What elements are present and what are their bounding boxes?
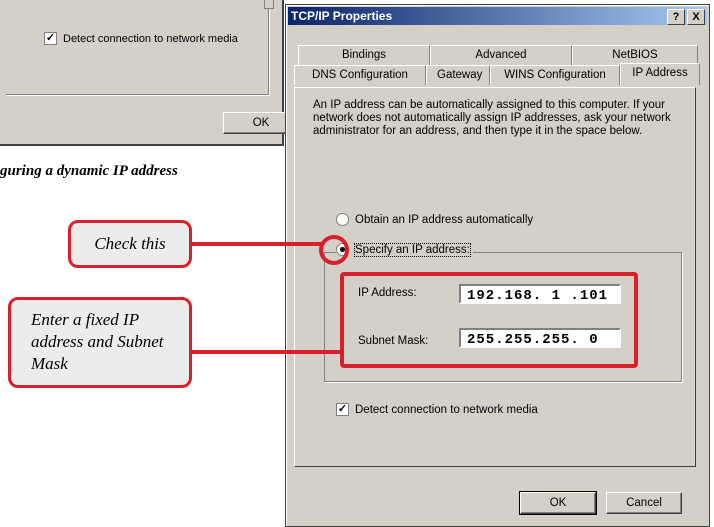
tab-wins-configuration[interactable]: WINS Configuration	[490, 65, 620, 85]
tab-netbios[interactable]: NetBIOS	[572, 45, 698, 65]
tab-gateway[interactable]: Gateway	[426, 65, 490, 85]
help-button[interactable]: ?	[667, 9, 685, 25]
tab-dns-configuration[interactable]: DNS Configuration	[294, 65, 426, 85]
specify-radio-highlight	[319, 235, 349, 265]
tab-row-back: Bindings Advanced NetBIOS	[298, 45, 698, 65]
enter-fixed-ip-callout: Enter a fixed IP address and Subnet Mask	[8, 297, 192, 388]
tcpip-properties-dialog: TCP/IP Properties ? X Bindings Advanced …	[285, 4, 710, 527]
radio-specify-row[interactable]: Specify an IP address:	[336, 242, 473, 257]
enter-ip-connector	[190, 350, 342, 354]
radio-obtain-auto[interactable]	[336, 213, 349, 226]
background-scroll-nub	[264, 0, 274, 9]
cancel-button[interactable]: Cancel	[606, 492, 682, 514]
title-bar[interactable]: TCP/IP Properties ? X	[288, 7, 707, 25]
bg-detect-label: Detect connection to network media	[63, 32, 238, 45]
background-dialog: ✓ Detect connection to network media OK	[0, 0, 299, 146]
tab-ip-address[interactable]: IP Address	[620, 63, 700, 85]
ip-description: An IP address can be automatically assig…	[313, 99, 671, 137]
detect-checkbox-label: Detect connection to network media	[355, 403, 538, 416]
bg-checkbox-icon[interactable]: ✓	[44, 32, 57, 45]
background-panel	[6, 0, 269, 95]
check-this-callout: Check this	[68, 220, 192, 268]
tab-bindings[interactable]: Bindings	[298, 45, 430, 65]
ok-button[interactable]: OK	[519, 491, 597, 515]
detect-network-media-row[interactable]: ✓ Detect connection to network media	[336, 403, 538, 416]
radio-obtain-auto-row[interactable]: Obtain an IP address automatically	[336, 213, 533, 226]
ip-fields-highlight	[340, 272, 638, 368]
check-this-connector	[191, 242, 321, 246]
tab-advanced[interactable]: Advanced	[430, 45, 572, 65]
bg-detect-checkbox-row[interactable]: ✓ Detect connection to network media	[44, 32, 238, 45]
detect-checkbox[interactable]: ✓	[336, 403, 349, 416]
dialog-title: TCP/IP Properties	[291, 9, 393, 23]
figure-caption: guring a dynamic IP address	[0, 163, 178, 179]
close-button[interactable]: X	[687, 9, 705, 25]
radio-specify-label: Specify an IP address:	[354, 242, 471, 257]
tab-row-front: DNS Configuration Gateway WINS Configura…	[294, 63, 700, 85]
radio-obtain-auto-label: Obtain an IP address automatically	[355, 213, 534, 226]
